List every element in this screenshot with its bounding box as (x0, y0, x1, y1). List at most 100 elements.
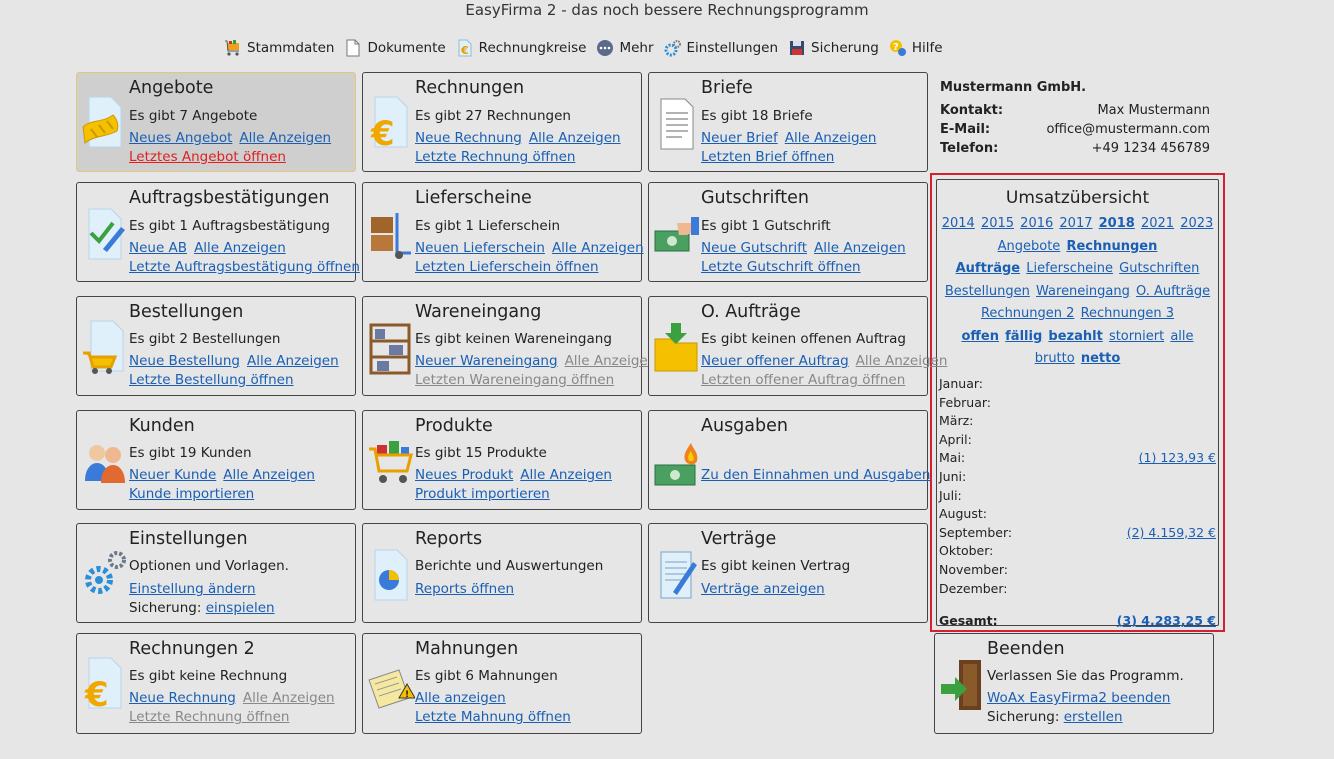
open-last-credit-link[interactable]: Letzte Gutschrift öffnen (701, 259, 861, 275)
year-link[interactable]: 2014 (942, 216, 975, 231)
restore-backup-link[interactable]: einspielen (206, 600, 275, 616)
open-last-goods-receipt-link[interactable]: Letzten Wareneingang öffnen (415, 372, 614, 388)
status-link[interactable]: storniert (1109, 329, 1164, 344)
card-einstellungen[interactable]: Einstellungen Optionen und Vorlagen. Ein… (76, 523, 356, 623)
quit-app-link[interactable]: WoAx EasyFirma2 beenden (987, 690, 1170, 706)
menu-mehr[interactable]: Mehr (596, 39, 654, 57)
card-o-auftraege[interactable]: O. Aufträge Es gibt keinen offenen Auftr… (648, 296, 947, 396)
year-link[interactable]: 2023 (1180, 216, 1213, 231)
card-briefe[interactable]: Briefe Es gibt 18 Briefe Neuer Brief Alle… (648, 72, 928, 172)
status-link[interactable]: fällig (1005, 329, 1042, 344)
type-link[interactable]: Rechnungen 2 (981, 306, 1074, 321)
new-goods-receipt-link[interactable]: Neuer Wareneingang (415, 353, 558, 369)
month-value-link[interactable]: (1) 123,93 € (1139, 450, 1216, 469)
new-credit-link[interactable]: Neue Gutschrift (701, 240, 807, 256)
type-link[interactable]: Gutschriften (1119, 261, 1199, 276)
card-bestellungen[interactable]: Bestellungen Es gibt 2 Bestellungen Neue… (76, 296, 356, 396)
new-confirmation-link[interactable]: Neue AB (129, 240, 187, 256)
show-contracts-link[interactable]: Verträge anzeigen (701, 581, 825, 597)
card-mahnungen[interactable]: ! Mahnungen Es gibt 6 Mahnungen Alle anz… (362, 633, 642, 734)
open-last-invoice-2-link[interactable]: Letzte Rechnung öffnen (129, 709, 289, 725)
new-invoice-2-link[interactable]: Neue Rechnung (129, 690, 236, 706)
status-link[interactable]: offen (961, 329, 999, 344)
year-link[interactable]: 2015 (981, 216, 1014, 231)
total-value-link[interactable]: (3) 4.283,25 € (1117, 613, 1216, 628)
card-info: Verlassen Sie das Programm. (987, 668, 1184, 684)
menu-stammdaten[interactable]: Stammdaten (224, 39, 334, 57)
brutto-link[interactable]: brutto (1035, 351, 1075, 366)
create-backup-link[interactable]: erstellen (1064, 709, 1123, 725)
show-all-confirmations-link[interactable]: Alle Anzeigen (194, 240, 286, 256)
type-link[interactable]: Angebote (998, 239, 1061, 254)
show-all-reminders-link[interactable]: Alle anzeigen (415, 690, 506, 706)
new-invoice-link[interactable]: Neue Rechnung (415, 130, 522, 146)
type-link[interactable]: Rechnungen 3 (1081, 306, 1174, 321)
card-wareneingang[interactable]: Wareneingang Es gibt keinen Wareneingang… (362, 296, 656, 396)
new-offer-link[interactable]: Neues Angebot (129, 130, 232, 146)
new-customer-link[interactable]: Neuer Kunde (129, 467, 216, 483)
card-gutschriften[interactable]: Gutschriften Es gibt 1 Gutschrift Neue G… (648, 182, 928, 282)
new-order-link[interactable]: Neue Bestellung (129, 353, 240, 369)
menu-dokumente[interactable]: Dokumente (344, 39, 446, 57)
new-delivery-link[interactable]: Neuen Lieferschein (415, 240, 545, 256)
card-angebote[interactable]: Angebote Es gibt 7 Angebote Neues Angebo… (76, 72, 356, 172)
open-last-invoice-link[interactable]: Letzte Rechnung öffnen (415, 149, 575, 165)
open-last-reminder-link[interactable]: Letzte Mahnung öffnen (415, 709, 571, 725)
year-link[interactable]: 2017 (1059, 216, 1092, 231)
card-rechnungen[interactable]: € Rechnungen Es gibt 27 Rechnungen Neue … (362, 72, 642, 172)
show-all-orders-link[interactable]: Alle Anzeigen (247, 353, 339, 369)
card-vertraege[interactable]: Verträge Es gibt keinen Vertrag Verträge… (648, 523, 928, 623)
status-link[interactable]: alle (1170, 329, 1193, 344)
card-reports[interactable]: Reports Berichte und Auswertungen Report… (362, 523, 642, 623)
open-last-confirmation-link[interactable]: Letzte Auftragsbestätigung öffnen (129, 259, 360, 275)
show-all-open-orders-link[interactable]: Alle Anzeigen (856, 353, 948, 369)
netto-link[interactable]: netto (1081, 351, 1120, 366)
open-last-open-order-link[interactable]: Letzten offener Auftrag öffnen (701, 372, 905, 388)
import-customers-link[interactable]: Kunde importieren (129, 486, 254, 502)
year-link[interactable]: 2021 (1141, 216, 1174, 231)
card-kunden[interactable]: Kunden Es gibt 19 Kunden Neuer Kunde Alle… (76, 410, 356, 510)
menu-einstellungen[interactable]: Einstellungen (664, 39, 778, 57)
import-products-link[interactable]: Produkt importieren (415, 486, 550, 502)
type-link[interactable]: Aufträge (956, 261, 1021, 276)
menu-sicherung[interactable]: Sicherung (788, 39, 879, 57)
status-link[interactable]: bezahlt (1048, 329, 1102, 344)
type-link[interactable]: Bestellungen (945, 284, 1030, 299)
show-all-invoices-link[interactable]: Alle Anzeigen (529, 130, 621, 146)
menu-hilfe[interactable]: ? Hilfe (889, 39, 943, 57)
show-all-goods-receipts-link[interactable]: Alle Anzeigen (565, 353, 657, 369)
open-last-order-link[interactable]: Letzte Bestellung öffnen (129, 372, 294, 388)
open-last-delivery-link[interactable]: Letzten Lieferschein öffnen (415, 259, 599, 275)
card-rechnungen-2[interactable]: € Rechnungen 2 Es gibt keine Rechnung Ne… (76, 633, 356, 734)
open-reports-link[interactable]: Reports öffnen (415, 581, 514, 597)
year-link[interactable]: 2016 (1020, 216, 1053, 231)
show-all-invoices-2-link[interactable]: Alle Anzeigen (243, 690, 335, 706)
show-all-deliveries-link[interactable]: Alle Anzeigen (552, 240, 644, 256)
show-all-products-link[interactable]: Alle Anzeigen (520, 467, 612, 483)
card-auftragsbestaetigungen[interactable]: Auftragsbestätigungen Es gibt 1 Auftrags… (76, 182, 360, 282)
new-product-link[interactable]: Neues Produkt (415, 467, 513, 483)
income-expenses-link[interactable]: Zu den Einnahmen und Ausgaben (701, 467, 930, 483)
month-value-link[interactable]: (2) 4.159,32 € (1127, 525, 1216, 544)
show-all-customers-link[interactable]: Alle Anzeigen (223, 467, 315, 483)
open-last-letter-link[interactable]: Letzten Brief öffnen (701, 149, 834, 165)
card-ausgaben[interactable]: Ausgaben Zu den Einnahmen und Ausgaben (648, 410, 930, 510)
show-all-offers-link[interactable]: Alle Anzeigen (239, 130, 331, 146)
type-link-selected[interactable]: Rechnungen (1066, 239, 1157, 254)
show-all-letters-link[interactable]: Alle Anzeigen (785, 130, 877, 146)
settings-gears-icon (85, 551, 126, 594)
new-open-order-link[interactable]: Neuer offener Auftrag (701, 353, 849, 369)
type-link[interactable]: O. Aufträge (1136, 284, 1210, 299)
new-letter-link[interactable]: Neuer Brief (701, 130, 778, 146)
card-produkte[interactable]: Produkte Es gibt 15 Produkte Neues Produ… (362, 410, 642, 510)
card-beenden[interactable]: Beenden Verlassen Sie das Programm. WoAx… (934, 633, 1214, 734)
show-all-credits-link[interactable]: Alle Anzeigen (814, 240, 906, 256)
open-last-offer-link[interactable]: Letztes Angebot öffnen (129, 149, 286, 165)
card-title: Produkte (415, 416, 493, 436)
menu-rechnungkreise[interactable]: € Rechnungkreise (456, 39, 586, 57)
change-settings-link[interactable]: Einstellung ändern (129, 581, 256, 597)
type-link[interactable]: Lieferscheine (1026, 261, 1113, 276)
year-link-selected[interactable]: 2018 (1099, 216, 1135, 231)
card-lieferscheine[interactable]: Lieferscheine Es gibt 1 Lieferschein Neu… (362, 182, 644, 282)
type-link[interactable]: Wareneingang (1036, 284, 1130, 299)
